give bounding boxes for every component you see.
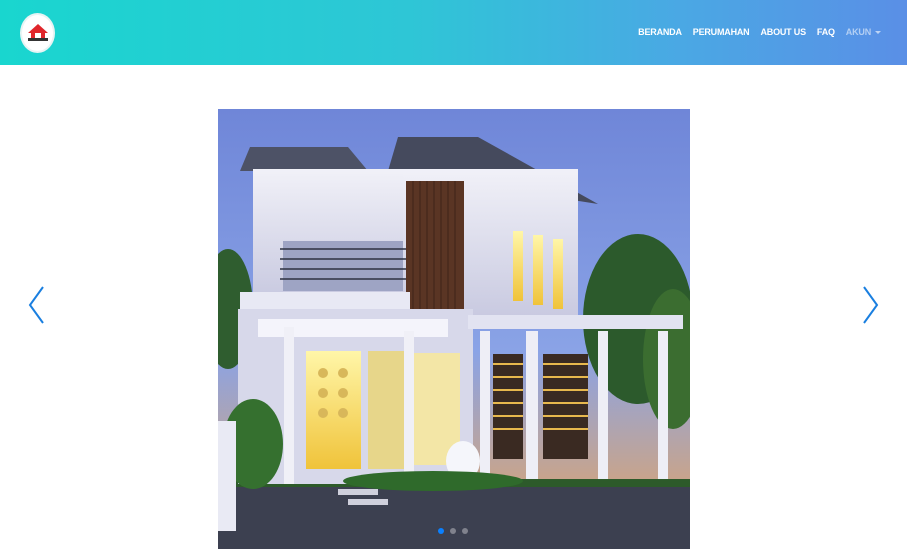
main-nav: BERANDA PERUMAHAN ABOUT US FAQ AKUN bbox=[638, 24, 881, 40]
house-logo-icon bbox=[27, 24, 48, 41]
carousel-next-button[interactable] bbox=[861, 283, 881, 327]
nav-faq[interactable]: FAQ bbox=[817, 27, 835, 37]
carousel-indicator-1[interactable] bbox=[438, 528, 444, 534]
top-navbar: BERANDA PERUMAHAN ABOUT US FAQ AKUN bbox=[0, 0, 907, 65]
nav-beranda[interactable]: BERANDA bbox=[638, 27, 682, 37]
nav-perumahan[interactable]: PERUMAHAN bbox=[693, 27, 750, 37]
nav-about-us[interactable]: ABOUT US bbox=[760, 27, 806, 37]
chevron-right-icon bbox=[863, 286, 879, 324]
carousel-slide-image bbox=[218, 109, 690, 549]
nav-account-label: AKUN bbox=[845, 27, 871, 37]
carousel-indicator-2[interactable] bbox=[450, 528, 456, 534]
carousel-prev-button[interactable] bbox=[26, 283, 46, 327]
chevron-left-icon bbox=[28, 286, 44, 324]
carousel-indicators bbox=[438, 528, 468, 534]
nav-account-dropdown[interactable]: AKUN bbox=[846, 27, 881, 37]
brand-logo[interactable] bbox=[20, 13, 55, 53]
house-photo bbox=[218, 109, 690, 549]
hero-carousel bbox=[0, 65, 907, 549]
caret-down-icon bbox=[875, 30, 881, 34]
carousel-indicator-3[interactable] bbox=[462, 528, 468, 534]
